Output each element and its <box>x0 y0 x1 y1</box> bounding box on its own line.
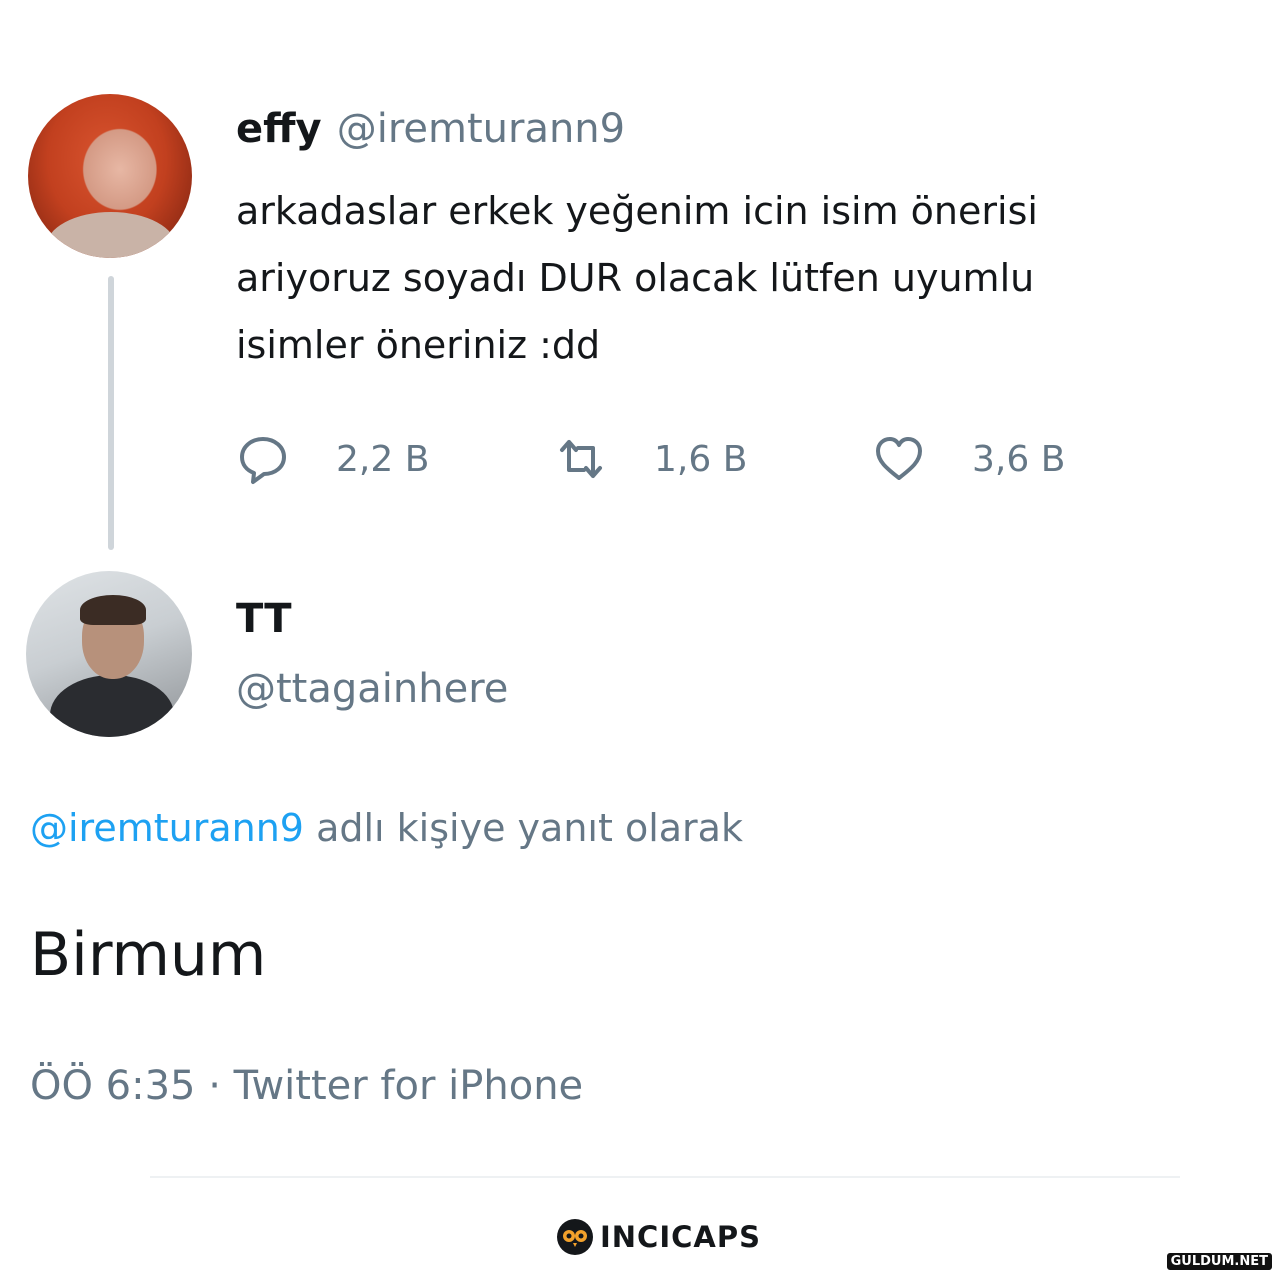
avatar-effy[interactable] <box>28 94 192 258</box>
tweet-text-line: ariyoruz soyadı DUR olacak lütfen uyumlu <box>236 256 1035 300</box>
reply-action[interactable]: 2,2 B <box>236 432 429 486</box>
retweet-icon[interactable] <box>554 432 608 486</box>
original-tweet-header: effy @iremturann9 <box>236 106 625 152</box>
like-action[interactable]: 3,6 B <box>872 432 1065 486</box>
thread-line <box>108 276 114 550</box>
display-name[interactable]: effy <box>236 106 322 152</box>
replying-to: @iremturann9 adlı kişiye yanıt olarak <box>30 806 743 850</box>
avatar-hair <box>80 595 146 625</box>
reply-count: 2,2 B <box>336 438 430 480</box>
replying-to-mention[interactable]: @iremturann9 <box>30 806 304 850</box>
avatar-body <box>50 675 174 737</box>
reply-display-name[interactable]: TT <box>236 596 292 642</box>
like-icon[interactable] <box>872 432 926 486</box>
tweet-meta: ÖÖ 6:35 · Twitter for iPhone <box>30 1063 584 1109</box>
watermark: GULDUM.NET <box>1166 1253 1272 1270</box>
tweet-text-line: isimler öneriniz :dd <box>236 323 601 367</box>
retweet-action[interactable]: 1,6 B <box>554 432 747 486</box>
handle[interactable]: @iremturann9 <box>337 106 625 152</box>
like-count: 3,6 B <box>972 438 1066 480</box>
brand-name: INCICAPS <box>600 1220 762 1254</box>
replying-to-suffix: adlı kişiye yanıt olarak <box>316 806 743 850</box>
tweet-text-line: arkadaslar erkek yeğenim icin isim öneri… <box>236 189 1038 233</box>
retweet-count: 1,6 B <box>654 438 748 480</box>
owl-logo-icon <box>557 1219 593 1255</box>
divider <box>150 1176 1180 1178</box>
reply-handle[interactable]: @ttagainhere <box>236 666 508 712</box>
reply-icon[interactable] <box>236 432 290 486</box>
avatar-tt[interactable] <box>26 571 192 737</box>
avatar-shoulder <box>46 212 176 258</box>
reply-tweet-text: Birmum <box>30 920 267 990</box>
original-tweet-text: arkadaslar erkek yeğenim icin isim öneri… <box>236 178 1038 379</box>
brand: INCICAPS <box>556 1218 761 1256</box>
